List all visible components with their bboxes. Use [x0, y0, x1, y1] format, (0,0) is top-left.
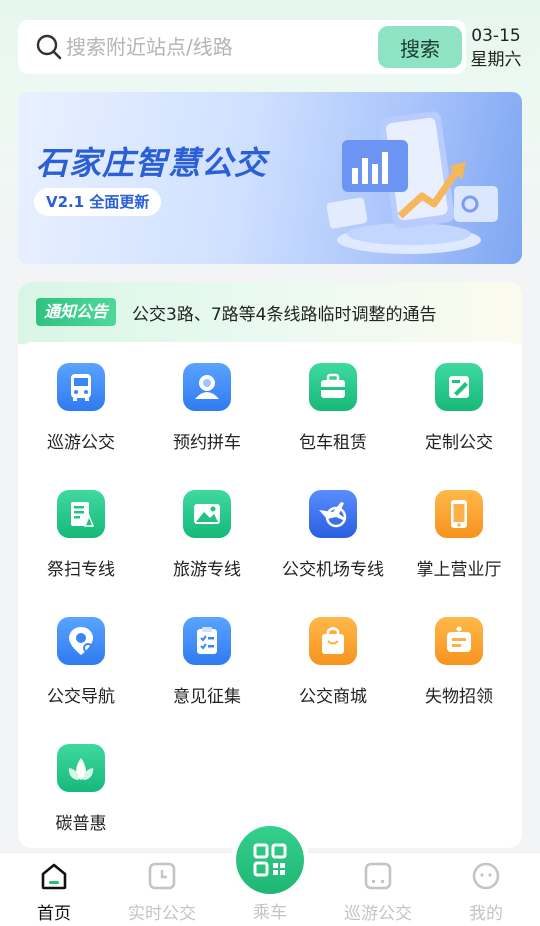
service-carpool[interactable]: 预约拼车 [144, 342, 270, 453]
landscape-icon [183, 490, 231, 538]
service-cruise-bus[interactable]: 巡游公交 [18, 342, 144, 453]
service-bus-navigation[interactable]: 公交导航 [18, 596, 144, 707]
search-input[interactable] [66, 33, 366, 61]
nav-home[interactable]: 首页 [0, 853, 108, 926]
nav-ride-label[interactable]: 乘车 [216, 898, 324, 923]
service-label: 巡游公交 [47, 433, 115, 453]
memorial-icon [57, 490, 105, 538]
service-label: 碳普惠 [55, 814, 107, 834]
service-label: 定制公交 [425, 433, 493, 453]
search-icon [36, 34, 62, 60]
clock-icon [148, 862, 176, 890]
service-memorial-line[interactable]: 祭扫专线 [18, 469, 144, 580]
profile-icon [472, 862, 500, 890]
service-tourism-line[interactable]: 旅游专线 [144, 469, 270, 580]
shopping-bag-icon [309, 617, 357, 665]
service-label: 公交机场专线 [282, 560, 384, 580]
ride-qr-button[interactable] [236, 826, 304, 894]
search-box[interactable]: 搜索 [18, 20, 466, 74]
promo-banner[interactable]: 石家庄智慧公交 V2.1 全面更新 [18, 92, 522, 264]
search-button[interactable]: 搜索 [378, 26, 462, 68]
home-icon [41, 863, 67, 890]
lost-found-icon [435, 617, 483, 665]
service-online-hall[interactable]: 掌上营业厅 [396, 469, 522, 580]
services-grid: 巡游公交 预约拼车 包车租赁 定制公交 祭扫专线 旅游专线 公交机场专线 掌上营… [18, 342, 522, 848]
service-label: 公交导航 [47, 687, 115, 707]
notice-text: 公交3路、7路等4条线路临时调整的通告 [132, 305, 437, 325]
carpool-icon [183, 363, 231, 411]
service-label: 掌上营业厅 [416, 560, 502, 580]
banner-illustration [326, 111, 498, 254]
service-lost-found[interactable]: 失物招领 [396, 596, 522, 707]
clipboard-icon [183, 617, 231, 665]
service-carbon-benefit[interactable]: 碳普惠 [18, 723, 144, 834]
edit-icon [435, 363, 483, 411]
service-custom-bus[interactable]: 定制公交 [396, 342, 522, 453]
leaf-icon [57, 744, 105, 792]
service-feedback[interactable]: 意见征集 [144, 596, 270, 707]
qr-code-icon [253, 843, 287, 877]
airplane-icon [309, 490, 357, 538]
service-label: 旅游专线 [173, 560, 241, 580]
service-label: 公交商城 [299, 687, 367, 707]
service-label: 失物招领 [425, 687, 493, 707]
nav-realtime[interactable]: 实时公交 [108, 853, 216, 926]
nav-label: 首页 [37, 904, 71, 924]
service-label: 祭扫专线 [47, 560, 115, 580]
briefcase-icon [309, 363, 357, 411]
header: 搜索 03-15 星期六 [18, 20, 522, 76]
nav-mine[interactable]: 我的 [432, 853, 540, 926]
banner-title: 石家庄智慧公交 [36, 144, 268, 182]
nav-label: 巡游公交 [344, 904, 412, 924]
service-label: 预约拼车 [173, 433, 241, 453]
service-label: 意见征集 [173, 687, 241, 707]
bus-outline-icon [364, 862, 392, 890]
service-airport-line[interactable]: 公交机场专线 [270, 469, 396, 580]
nav-label: 我的 [469, 904, 503, 924]
nav-label: 实时公交 [128, 904, 196, 924]
service-bus-mall[interactable]: 公交商城 [270, 596, 396, 707]
bus-icon [57, 363, 105, 411]
nav-cruise[interactable]: 巡游公交 [324, 853, 432, 926]
navigation-icon [57, 617, 105, 665]
date-day: 03-15 [471, 26, 521, 46]
notice-tag: 通知公告 [36, 298, 117, 326]
date-weekday: 星期六 [470, 50, 522, 70]
notice-bar[interactable]: 通知公告 公交3路、7路等4条线路临时调整的通告 [18, 282, 522, 344]
banner-version-badge: V2.1 全面更新 [34, 188, 162, 216]
services-card: 通知公告 公交3路、7路等4条线路临时调整的通告 巡游公交 预约拼车 包车租赁 [18, 282, 522, 848]
date-display: 03-15 星期六 [464, 24, 528, 72]
phone-icon [435, 490, 483, 538]
service-charter[interactable]: 包车租赁 [270, 342, 396, 453]
service-label: 包车租赁 [299, 433, 367, 453]
